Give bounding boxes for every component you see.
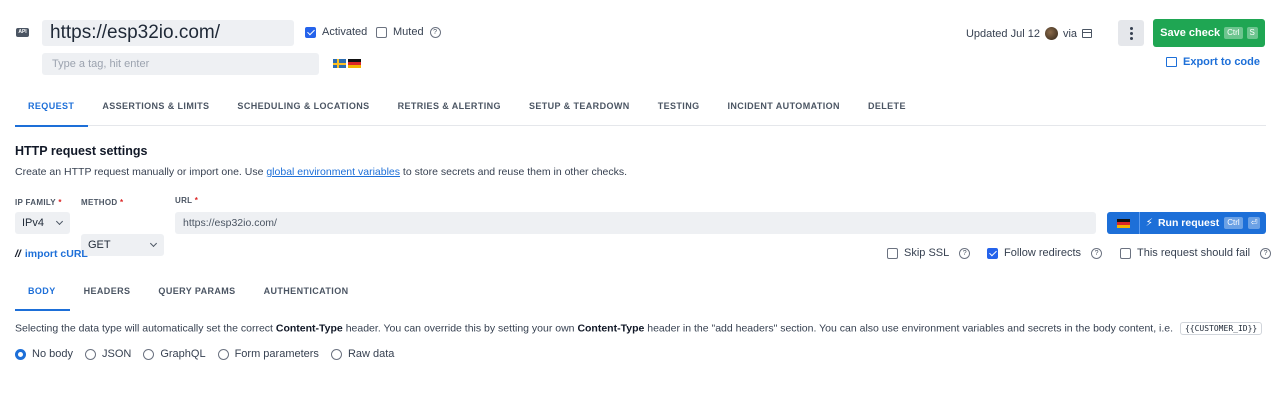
tab-incident-automation[interactable]: INCIDENT AUTOMATION — [714, 97, 854, 126]
muted-toggle[interactable]: Muted ? — [376, 26, 441, 38]
request-sub-tabs: BODY HEADERS QUERY PARAMS AUTHENTICATION — [15, 283, 363, 311]
ip-family-label: IP FAMILY * — [15, 198, 62, 207]
radio-label: No body — [32, 348, 73, 360]
chevron-down-icon — [149, 239, 158, 248]
ip-family-value: IPv4 — [22, 217, 45, 229]
desc-text: Create an HTTP request manually or impor… — [15, 166, 267, 178]
curl-icon: // — [15, 248, 21, 260]
radio-label: Form parameters — [234, 348, 319, 360]
run-request-group: ⚡ Run request Ctrl ⏎ — [1107, 212, 1266, 234]
sweden-flag-icon — [333, 59, 346, 68]
run-request-label: Run request — [1157, 217, 1220, 229]
check-name-input[interactable]: https://esp32io.com/ — [42, 20, 294, 46]
help-icon[interactable]: ? — [1260, 247, 1272, 259]
help-icon[interactable]: ? — [959, 247, 971, 259]
activated-toggle[interactable]: Activated — [305, 26, 367, 38]
location-flags[interactable] — [333, 59, 361, 68]
should-fail-checkbox[interactable] — [1120, 247, 1131, 259]
export-label: Export to code — [1182, 56, 1260, 68]
radio-label: Raw data — [347, 348, 395, 360]
radio-label: JSON — [101, 348, 132, 360]
tab-delete[interactable]: DELETE — [854, 97, 920, 126]
url-input[interactable]: https://esp32io.com/ — [175, 212, 1096, 234]
export-to-code-link[interactable]: Export to code — [1165, 56, 1260, 68]
section-title: HTTP request settings — [15, 144, 148, 158]
code-example: {{CUSTOMER_ID}} — [1179, 322, 1263, 335]
ip-family-select[interactable]: IPv4 — [15, 212, 70, 234]
radio-label: GraphQL — [160, 348, 206, 360]
desc-text-end: to store secrets and reuse them in other… — [400, 166, 628, 178]
help-icon[interactable]: ? — [1091, 247, 1103, 259]
tab-setup-teardown[interactable]: SETUP & TEARDOWN — [515, 97, 644, 126]
save-check-label: Save check — [1160, 27, 1221, 39]
muted-checkbox[interactable] — [376, 26, 387, 38]
skip-ssl-label: Skip SSL — [904, 247, 950, 259]
method-value: GET — [88, 239, 111, 251]
bolt-icon: ⚡ — [1145, 217, 1153, 229]
tab-scheduling-locations[interactable]: SCHEDULING & LOCATIONS — [223, 97, 383, 126]
radio-button[interactable] — [330, 348, 342, 360]
radio-button[interactable] — [15, 348, 26, 360]
tab-body[interactable]: BODY — [15, 283, 70, 311]
radio-no-body[interactable]: No body — [15, 348, 73, 360]
radio-json[interactable]: JSON — [84, 348, 132, 360]
radio-button[interactable] — [84, 348, 96, 360]
import-curl-link[interactable]: //import cURL — [15, 248, 88, 260]
muted-label: Muted — [393, 26, 424, 38]
radio-raw-data[interactable]: Raw data — [330, 348, 395, 360]
body-description: Selecting the data type will automatical… — [15, 322, 1263, 335]
import-curl-label: import cURL — [24, 248, 88, 260]
terminal-icon — [1165, 57, 1177, 67]
tab-authentication[interactable]: AUTHENTICATION — [250, 283, 363, 311]
tab-request[interactable]: REQUEST — [15, 97, 89, 127]
tag-input[interactable]: Type a tag, hit enter — [42, 53, 319, 75]
activated-label: Activated — [322, 26, 368, 38]
enter-key-hint: ⏎ — [1247, 217, 1261, 229]
updated-info: Updated Jul 12 via — [966, 27, 1092, 40]
skip-ssl-option[interactable]: Skip SSL ? — [887, 247, 971, 259]
activated-checkbox[interactable] — [305, 26, 316, 38]
api-check-icon: API — [16, 28, 29, 37]
save-check-button[interactable]: Save check Ctrl S — [1153, 19, 1265, 47]
more-options-button[interactable] — [1118, 20, 1144, 46]
method-select[interactable]: GET — [81, 234, 164, 256]
help-icon[interactable]: ? — [429, 26, 441, 38]
global-env-vars-link[interactable]: global environment variables — [266, 166, 400, 178]
url-label: URL * — [175, 196, 199, 205]
run-location-button[interactable] — [1107, 212, 1140, 234]
avatar — [1044, 27, 1058, 40]
ctrl-key-hint: Ctrl — [1224, 217, 1243, 229]
follow-redirects-checkbox[interactable] — [987, 247, 998, 259]
tab-query-params[interactable]: QUERY PARAMS — [144, 283, 249, 311]
ctrl-key-hint: Ctrl — [1224, 27, 1243, 39]
section-description: Create an HTTP request manually or impor… — [15, 166, 627, 178]
should-fail-option[interactable]: This request should fail ? — [1120, 247, 1272, 259]
run-request-button[interactable]: ⚡ Run request Ctrl ⏎ — [1140, 212, 1266, 234]
germany-flag-icon — [1116, 218, 1130, 228]
skip-ssl-checkbox[interactable] — [887, 247, 898, 259]
radio-button[interactable] — [143, 348, 155, 360]
s-key-hint: S — [1246, 27, 1258, 39]
main-tabs: REQUEST ASSERTIONS & LIMITS SCHEDULING &… — [15, 97, 1266, 127]
tab-assertions-limits[interactable]: ASSERTIONS & LIMITS — [88, 97, 223, 126]
body-type-radio-group: No body JSON GraphQL Form parameters Raw… — [15, 348, 394, 360]
window-icon — [1082, 29, 1092, 38]
via-text: via — [1062, 27, 1077, 40]
method-label: METHOD * — [81, 198, 124, 207]
updated-text: Updated Jul 12 — [965, 27, 1040, 40]
tab-testing[interactable]: TESTING — [644, 97, 714, 126]
follow-redirects-option[interactable]: Follow redirects ? — [987, 247, 1103, 259]
tab-retries-alerting[interactable]: RETRIES & ALERTING — [384, 97, 515, 126]
radio-button[interactable] — [217, 348, 229, 360]
should-fail-label: This request should fail — [1137, 247, 1251, 259]
radio-form-parameters[interactable]: Form parameters — [217, 348, 319, 360]
radio-graphql[interactable]: GraphQL — [143, 348, 206, 360]
follow-redirects-label: Follow redirects — [1004, 247, 1082, 259]
chevron-down-icon — [55, 217, 64, 226]
tab-headers[interactable]: HEADERS — [70, 283, 145, 311]
germany-flag-icon — [348, 59, 361, 68]
